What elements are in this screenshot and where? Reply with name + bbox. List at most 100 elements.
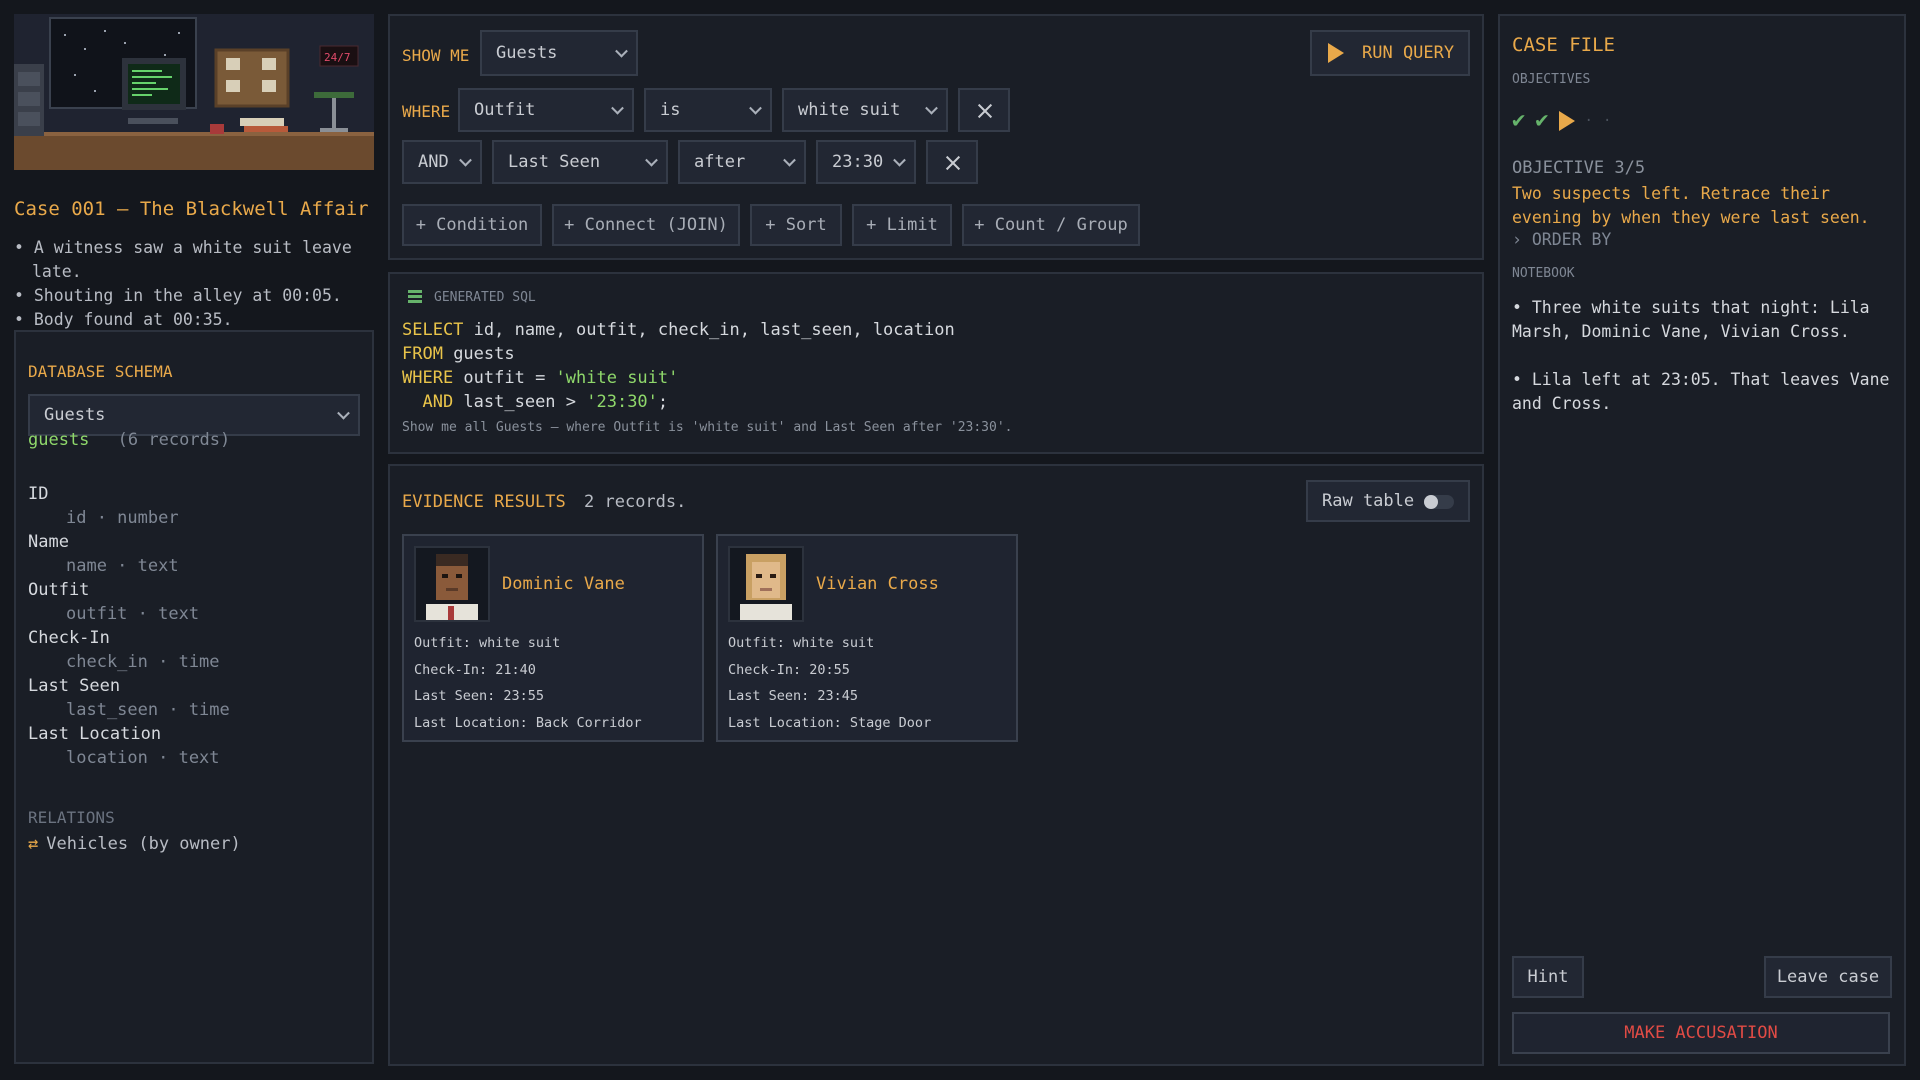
add-condition-button[interactable]: + Condition: [402, 204, 542, 246]
schema-table-heading: guests (6 records): [28, 430, 230, 450]
raw-table-label: Raw table: [1322, 491, 1415, 511]
add-join-button[interactable]: + Connect (JOIN): [552, 204, 740, 246]
case-title: Case 001 – The Blackwell Affair: [14, 198, 369, 220]
relations-header: RELATIONS: [28, 808, 115, 827]
suspect-name: Dominic Vane: [502, 574, 625, 594]
notebook-note: • Lila left at 23:05. That leaves Vane a…: [1512, 370, 1890, 413]
svg-text:24/7: 24/7: [324, 51, 351, 64]
swap-arrows-icon: ⇄: [28, 834, 39, 854]
clue-list: • A witness saw a white suit leave late.…: [14, 236, 374, 332]
where-label: WHERE: [402, 102, 451, 121]
toggle-switch: [1424, 495, 1454, 509]
office-scene-art: 24/7: [14, 14, 374, 170]
make-accusation-button[interactable]: MAKE ACCUSATION: [1512, 1012, 1890, 1054]
field-desc: check_in · time: [66, 652, 220, 672]
raw-table-toggle[interactable]: Raw table: [1306, 480, 1470, 522]
suspect-name: Vivian Cross: [816, 574, 939, 594]
condition-2-joiner-select[interactable]: AND: [402, 140, 482, 184]
objective-progress: ✔ ✔ · ·: [1512, 108, 1611, 133]
sql-string: '23:30': [586, 392, 658, 412]
sql-text: id, name, outfit, check_in, last_seen, l…: [463, 320, 955, 340]
sql-text: outfit =: [453, 368, 556, 388]
condition-value: 23:30: [832, 152, 884, 172]
show-me-select[interactable]: Guests: [480, 30, 638, 76]
clue-item: • Shouting in the alley at 00:05.: [14, 286, 342, 305]
condition-1-field-select[interactable]: Outfit: [458, 88, 634, 132]
evidence-results-panel: EVIDENCE RESULTS 2 records. Raw table Do…: [388, 464, 1484, 1066]
case-file-header: CASE FILE: [1512, 34, 1615, 56]
condition-value: white suit: [798, 100, 901, 120]
add-limit-button[interactable]: + Limit: [852, 204, 952, 246]
field-name: Outfit: [28, 580, 90, 600]
generated-sql-header: GENERATED SQL: [434, 290, 536, 305]
sql-keyword: SELECT: [402, 320, 464, 340]
field-desc: name · text: [66, 556, 179, 576]
sql-keyword: AND: [402, 392, 454, 412]
sql-text: ;: [657, 392, 669, 412]
hint-button[interactable]: Hint: [1512, 956, 1584, 998]
objectives-header: OBJECTIVES: [1512, 72, 1591, 87]
sql-text: last_seen >: [453, 392, 587, 412]
chevron-down-icon: [783, 153, 796, 167]
objective-text: Two suspects left. Retrace their evening…: [1512, 184, 1870, 227]
results-header: EVIDENCE RESULTS: [402, 492, 566, 512]
add-sort-button[interactable]: + Sort: [750, 204, 842, 246]
suspect-check-in: Check-In: 20:55: [728, 661, 850, 678]
objective-hint: › ORDER BY: [1512, 230, 1612, 249]
remove-condition-1-close-icon[interactable]: [958, 88, 1010, 132]
suspect-card[interactable]: Dominic Vane Outfit: white suit Check-In…: [402, 534, 704, 742]
notebook-notes: • Three white suits that night: Lila Mar…: [1512, 296, 1902, 440]
results-heading: EVIDENCE RESULTS 2 records.: [402, 492, 686, 512]
chevron-down-icon: [893, 153, 906, 167]
schema-table-select-value: Guests: [44, 405, 106, 425]
condition-1-value-select[interactable]: white suit: [782, 88, 948, 132]
field-desc: id · number: [66, 508, 179, 528]
current-objective-icon: [1558, 110, 1575, 131]
avatar: [728, 546, 804, 622]
condition-2-operator-select[interactable]: after: [678, 140, 806, 184]
suspect-card[interactable]: Vivian Cross Outfit: white suit Check-In…: [716, 534, 1018, 742]
suspect-details: Outfit: white suit Check-In: 20:55 Last …: [728, 630, 931, 736]
condition-1-operator-select[interactable]: is: [644, 88, 772, 132]
suspect-location: Last Location: Back Corridor: [414, 714, 642, 731]
schema-field-list: ID id · number Name name · text Outfit o…: [28, 482, 230, 770]
pending-dot-icon: ·: [1602, 112, 1612, 129]
remove-condition-2-close-icon[interactable]: [926, 140, 978, 184]
database-schema-panel: DATABASE SCHEMA Guests guests (6 records…: [14, 330, 374, 1064]
case-file-panel: CASE FILE OBJECTIVES ✔ ✔ · · OBJECTIVE 3…: [1498, 14, 1906, 1066]
sql-description: Show me all Guests — where Outfit is 'wh…: [402, 420, 1013, 435]
sql-code: SELECT id, name, outfit, check_in, last_…: [402, 318, 955, 414]
chevron-down-icon: [645, 153, 658, 167]
suspect-outfit: Outfit: white suit: [414, 635, 561, 651]
sql-string: 'white suit': [555, 368, 679, 388]
field-name: ID: [28, 484, 49, 504]
field-desc: outfit · text: [66, 604, 200, 624]
condition-2-field-select[interactable]: Last Seen: [492, 140, 668, 184]
add-count-group-button[interactable]: + Count / Group: [962, 204, 1140, 246]
avatar: [414, 546, 490, 622]
condition-2-value-select[interactable]: 23:30: [816, 140, 916, 184]
leave-case-button[interactable]: Leave case: [1764, 956, 1892, 998]
suspect-location: Last Location: Stage Door: [728, 714, 932, 731]
results-count: 2 records.: [584, 492, 687, 512]
show-me-label: SHOW ME: [402, 46, 470, 65]
field-desc: location · text: [66, 748, 220, 768]
pending-dot-icon: ·: [1584, 112, 1593, 129]
field-name: Name: [28, 532, 69, 552]
condition-field-value: Outfit: [474, 100, 536, 120]
objective-number: OBJECTIVE 3/5: [1512, 158, 1646, 178]
relation-vehicles[interactable]: ⇄ Vehicles (by owner): [28, 834, 241, 854]
suspect-outfit: Outfit: white suit: [728, 635, 875, 651]
check-icon: ✔: [1512, 108, 1526, 133]
chevron-down-icon: [749, 101, 762, 115]
field-desc: last_seen · time: [66, 700, 230, 720]
office-scene-illustration: 24/7: [14, 14, 374, 170]
chevron-down-icon: [925, 101, 938, 115]
run-query-button[interactable]: RUN QUERY: [1310, 30, 1470, 76]
condition-operator-value: is: [660, 100, 681, 120]
list-icon: [408, 290, 422, 304]
clue-item: • Body found at 00:35.: [14, 310, 233, 329]
show-me-select-value: Guests: [496, 43, 558, 63]
condition-field-value: Last Seen: [508, 152, 601, 172]
schema-record-count: (6 records): [117, 430, 231, 450]
